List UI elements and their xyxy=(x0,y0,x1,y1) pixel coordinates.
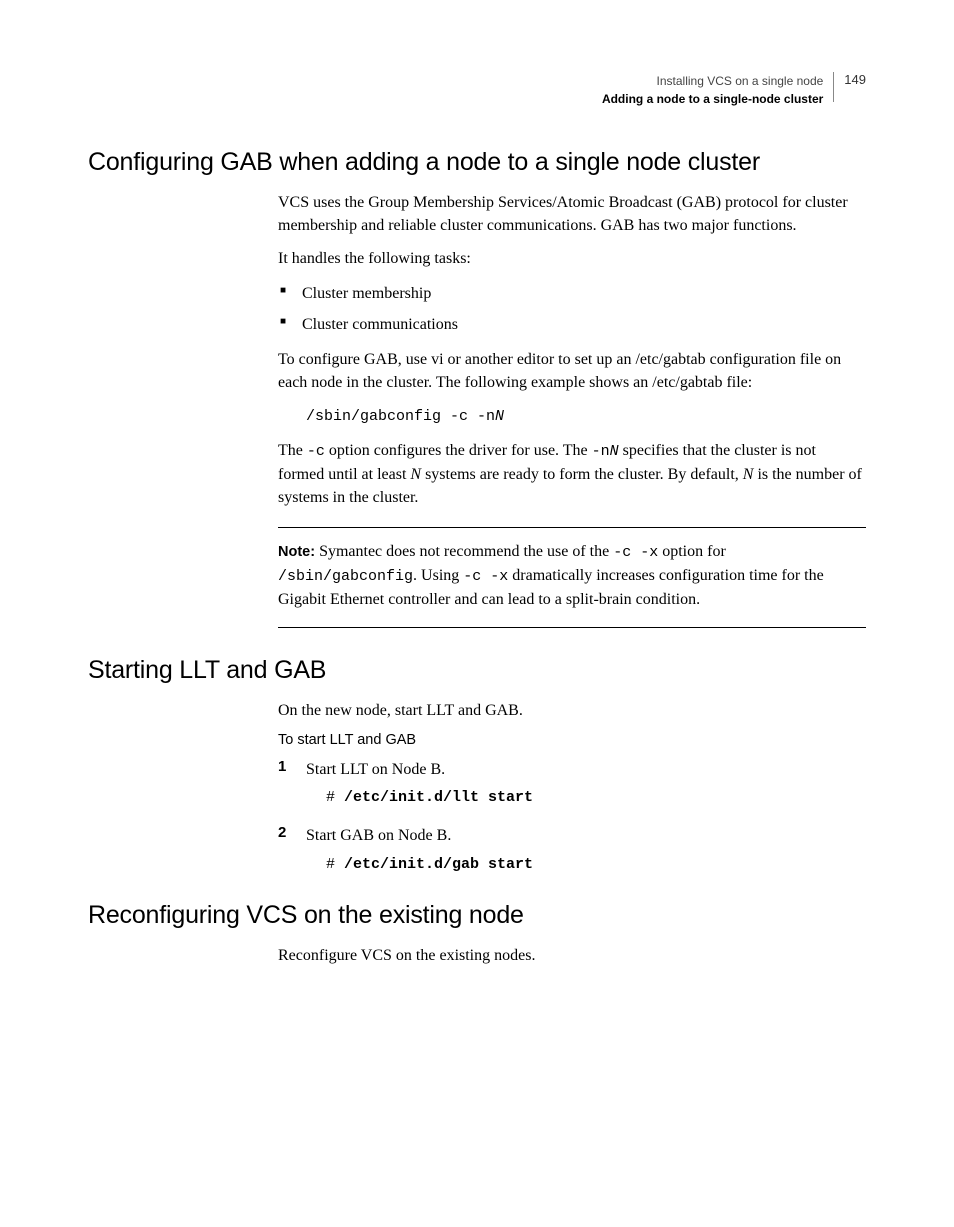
text: option configures the driver for use. Th… xyxy=(325,442,592,459)
note-line: Note: Symantec does not recommend the us… xyxy=(278,540,866,611)
bullet-list: Cluster membership Cluster communication… xyxy=(278,281,866,338)
page: Installing VCS on a single node Adding a… xyxy=(0,0,954,967)
procedure-heading: To start LLT and GAB xyxy=(278,732,866,748)
command-line: # /etc/init.d/gab start xyxy=(326,856,866,873)
code-inline: /sbin/gabconfig xyxy=(278,568,413,585)
step-item: 2 Start GAB on Node B. # /etc/init.d/gab… xyxy=(278,824,866,872)
header-chapter: Installing VCS on a single node xyxy=(602,72,823,90)
step-body: Start GAB on Node B. # /etc/init.d/gab s… xyxy=(306,824,866,872)
section-heading-reconfig: Reconfiguring VCS on the existing node xyxy=(88,901,866,930)
italic-variable: N xyxy=(410,466,421,483)
note-label: Note: xyxy=(278,544,315,560)
header-text: Installing VCS on a single node Adding a… xyxy=(602,72,823,108)
command-line: # /etc/init.d/llt start xyxy=(326,789,866,806)
header-section: Adding a node to a single-node cluster xyxy=(602,90,823,108)
section-heading-llt: Starting LLT and GAB xyxy=(88,656,866,685)
header-divider xyxy=(833,72,834,102)
step-text: Start LLT on Node B. xyxy=(306,758,866,781)
step-text: Start GAB on Node B. xyxy=(306,824,866,847)
section-body-llt: On the new node, start LLT and GAB. To s… xyxy=(278,699,866,873)
code-inline: -c -x xyxy=(613,544,658,561)
note-box: Note: Symantec does not recommend the us… xyxy=(278,527,866,628)
running-header: Installing VCS on a single node Adding a… xyxy=(88,72,866,108)
section-heading-gab: Configuring GAB when adding a node to a … xyxy=(88,148,866,177)
command: /etc/init.d/llt start xyxy=(344,789,533,806)
code-inline: -c -x xyxy=(463,568,508,585)
code-inline: -n xyxy=(592,443,610,460)
paragraph: To configure GAB, use vi or another edit… xyxy=(278,348,866,394)
list-item: Cluster communications xyxy=(278,312,866,338)
prompt: # xyxy=(326,856,344,873)
prompt: # xyxy=(326,789,344,806)
code-inline: -c xyxy=(307,443,325,460)
paragraph: VCS uses the Group Membership Services/A… xyxy=(278,191,866,237)
code-text: /sbin/gabconfig -c -n xyxy=(306,408,495,425)
command: /etc/init.d/gab start xyxy=(344,856,533,873)
paragraph: It handles the following tasks: xyxy=(278,247,866,270)
text: Symantec does not recommend the use of t… xyxy=(315,543,613,560)
text: The xyxy=(278,442,307,459)
step-number: 1 xyxy=(278,758,306,806)
paragraph: The -c option configures the driver for … xyxy=(278,439,866,509)
code-block: /sbin/gabconfig -c -nN xyxy=(306,408,866,425)
paragraph: Reconfigure VCS on the existing nodes. xyxy=(278,944,866,967)
paragraph: On the new node, start LLT and GAB. xyxy=(278,699,866,722)
page-number: 149 xyxy=(844,72,866,87)
step-body: Start LLT on Node B. # /etc/init.d/llt s… xyxy=(306,758,866,806)
text: option for xyxy=(658,543,726,560)
code-variable: N xyxy=(495,408,504,425)
italic-variable: N xyxy=(743,466,754,483)
section-body-reconfig: Reconfigure VCS on the existing nodes. xyxy=(278,944,866,967)
step-number: 2 xyxy=(278,824,306,872)
text: systems are ready to form the cluster. B… xyxy=(421,466,743,483)
step-item: 1 Start LLT on Node B. # /etc/init.d/llt… xyxy=(278,758,866,806)
step-list: 1 Start LLT on Node B. # /etc/init.d/llt… xyxy=(278,758,866,872)
text: . Using xyxy=(413,567,463,584)
list-item: Cluster membership xyxy=(278,281,866,307)
code-variable: N xyxy=(610,443,619,460)
section-body-gab: VCS uses the Group Membership Services/A… xyxy=(278,191,866,628)
